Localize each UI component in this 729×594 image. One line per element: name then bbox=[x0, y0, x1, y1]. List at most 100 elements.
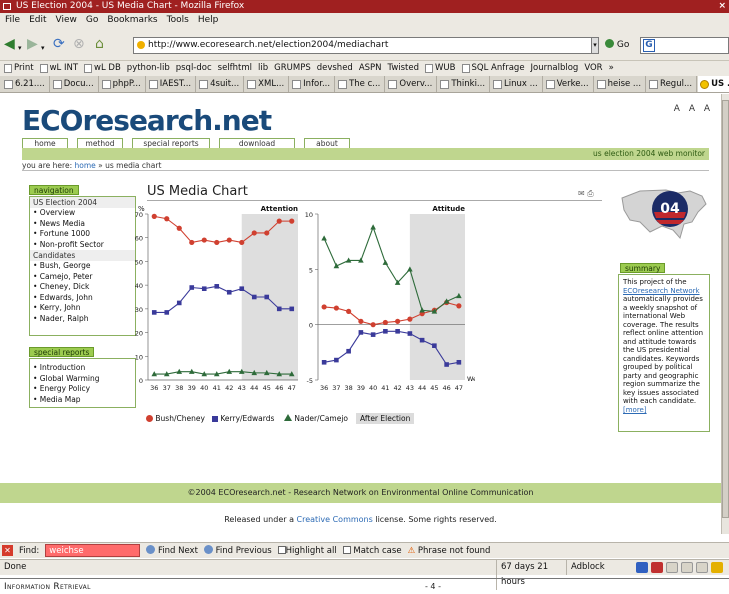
menu-tools[interactable]: Tools bbox=[167, 13, 189, 27]
bookmark-selfhtml[interactable]: selfhtml bbox=[218, 61, 252, 76]
report-media-map[interactable]: • Media Map bbox=[30, 395, 135, 406]
bookmark-python-lib[interactable]: python-lib bbox=[127, 61, 170, 76]
report-global-warming[interactable]: • Global Warming bbox=[30, 374, 135, 385]
bookmark-lib[interactable]: lib bbox=[258, 61, 268, 76]
browser-tab[interactable]: 6.21.... bbox=[2, 76, 50, 92]
nav-item-nader[interactable]: • Nader, Ralph bbox=[30, 314, 135, 325]
nav-item-cheney[interactable]: • Cheney, Dick bbox=[30, 282, 135, 293]
legend-label: Kerry/Edwards bbox=[220, 414, 275, 423]
bookmark-journalblog[interactable]: Journalblog bbox=[531, 61, 579, 76]
stop-icon[interactable]: ⊗ bbox=[73, 37, 85, 51]
menu-edit[interactable]: Edit bbox=[29, 13, 46, 27]
browser-tab[interactable]: Linux ... bbox=[491, 76, 543, 92]
find-previous-button[interactable]: Find Previous bbox=[203, 545, 272, 556]
go-button[interactable]: Go bbox=[605, 39, 629, 50]
menu-bookmarks[interactable]: Bookmarks bbox=[107, 13, 157, 27]
forward-arrow-icon[interactable]: ▶ bbox=[27, 37, 38, 51]
bookmark-wl-db[interactable]: wL DB bbox=[84, 61, 121, 76]
browser-tab[interactable]: phpP... bbox=[100, 76, 146, 92]
extension-b-icon[interactable] bbox=[681, 562, 693, 573]
browser-tab[interactable]: XML... bbox=[245, 76, 290, 92]
match-case-checkbox[interactable]: Match case bbox=[342, 545, 402, 556]
breadcrumb-home-link[interactable]: home bbox=[75, 161, 96, 170]
adblock-status[interactable]: Adblock bbox=[566, 560, 634, 575]
url-dropdown-button[interactable]: ▾ bbox=[591, 37, 599, 54]
menu-view[interactable]: View bbox=[56, 13, 77, 27]
nav-group-election[interactable]: US Election 2004 bbox=[30, 197, 135, 208]
browser-tab[interactable]: IAEST... bbox=[147, 76, 197, 92]
email-page-icon[interactable]: ✉ bbox=[578, 189, 585, 198]
x-tick-label: 40 bbox=[200, 384, 208, 392]
nav-item-overview[interactable]: • Overview bbox=[30, 208, 135, 219]
nav-item-bush[interactable]: • Bush, George bbox=[30, 261, 135, 272]
menu-file[interactable]: File bbox=[5, 13, 20, 27]
scrollbar-thumb[interactable] bbox=[722, 100, 729, 518]
browser-tab[interactable]: 4suit... bbox=[197, 76, 245, 92]
extension-c-icon[interactable] bbox=[696, 562, 708, 573]
browser-tab[interactable]: The c... bbox=[336, 76, 386, 92]
ecoresearch-network-link[interactable]: ECOresearch Network bbox=[623, 287, 700, 295]
nav-item-kerry[interactable]: • Kerry, John bbox=[30, 303, 135, 314]
print-page-icon[interactable]: ⎙ bbox=[587, 189, 593, 198]
back-arrow-icon[interactable]: ◀ bbox=[4, 37, 15, 51]
url-field[interactable]: http://www.ecoresearch.net/election2004/… bbox=[133, 37, 598, 54]
extension-pin-icon[interactable] bbox=[651, 562, 663, 573]
site-tab-home[interactable]: home bbox=[22, 138, 68, 148]
search-field[interactable]: G bbox=[640, 37, 729, 54]
extension-d-icon[interactable] bbox=[711, 562, 723, 573]
browser-tab[interactable]: Infor... bbox=[290, 76, 336, 92]
bookmarks-overflow-chevron[interactable]: » bbox=[609, 61, 614, 76]
bookmark-grumps[interactable]: GRUMPS bbox=[274, 61, 311, 76]
find-next-button[interactable]: Find Next bbox=[146, 545, 198, 556]
browser-tab[interactable]: Overv... bbox=[386, 76, 438, 92]
data-point bbox=[151, 213, 157, 219]
browser-tab-active[interactable]: US ... bbox=[698, 76, 729, 92]
browser-tab[interactable]: heise ... bbox=[595, 76, 647, 92]
bookmark-twisted[interactable]: Twisted bbox=[388, 61, 420, 76]
menu-go[interactable]: Go bbox=[86, 13, 98, 27]
bookmark-vor[interactable]: VOR bbox=[584, 61, 602, 76]
menu-help[interactable]: Help bbox=[198, 13, 219, 27]
nav-item-news-media[interactable]: • News Media bbox=[30, 219, 135, 230]
find-input[interactable]: weichse bbox=[45, 544, 141, 557]
browser-tab[interactable]: Verke... bbox=[544, 76, 594, 92]
browser-tab[interactable]: Regul... bbox=[647, 76, 698, 92]
site-tab-about[interactable]: about bbox=[304, 138, 350, 148]
site-tab-method[interactable]: method bbox=[77, 138, 123, 148]
bookmark-wl-int[interactable]: wL INT bbox=[39, 61, 78, 76]
forward-dropdown-icon[interactable]: ▾ bbox=[41, 41, 45, 55]
extension-a-icon[interactable] bbox=[666, 562, 678, 573]
summary-more-link[interactable]: [more] bbox=[623, 406, 647, 414]
vertical-scrollbar[interactable] bbox=[721, 94, 729, 534]
browser-tab[interactable]: Docu... bbox=[51, 76, 99, 92]
close-window-button[interactable]: × bbox=[718, 0, 726, 13]
match-case-label: Match case bbox=[353, 545, 402, 556]
bookmarks-toolbar: Print wL INT wL DB python-lib psql-doc s… bbox=[0, 61, 729, 76]
nav-item-camejo[interactable]: • Camejo, Peter bbox=[30, 272, 135, 283]
bookmark-devshed[interactable]: devshed bbox=[317, 61, 353, 76]
data-point bbox=[382, 259, 389, 265]
font-size-controls[interactable]: A A A bbox=[674, 104, 713, 114]
creative-commons-link[interactable]: Creative Commons bbox=[297, 515, 373, 524]
site-tab-special-reports[interactable]: special reports bbox=[132, 138, 210, 148]
site-logo[interactable]: ECOresearch.net bbox=[22, 104, 272, 137]
nav-item-fortune-1000[interactable]: • Fortune 1000 bbox=[30, 229, 135, 240]
bookmark-psql-doc[interactable]: psql-doc bbox=[176, 61, 212, 76]
report-introduction[interactable]: • Introduction bbox=[30, 363, 135, 374]
home-icon[interactable]: ⌂ bbox=[95, 37, 104, 51]
site-tab-download[interactable]: download bbox=[219, 138, 295, 148]
extension-tool-icon[interactable] bbox=[636, 562, 648, 573]
reload-icon[interactable]: ⟳ bbox=[53, 37, 65, 51]
nav-item-non-profit[interactable]: • Non-profit Sector bbox=[30, 240, 135, 251]
report-energy-policy[interactable]: • Energy Policy bbox=[30, 384, 135, 395]
back-dropdown-icon[interactable]: ▾ bbox=[18, 41, 22, 55]
tab-favicon-icon bbox=[101, 79, 111, 89]
bookmark-aspn[interactable]: ASPN bbox=[359, 61, 382, 76]
bookmark-print[interactable]: Print bbox=[4, 61, 34, 76]
bookmark-wub[interactable]: WUB bbox=[425, 61, 456, 76]
bookmark-sql-anfrage[interactable]: SQL Anfrage bbox=[461, 61, 525, 76]
highlight-all-toggle[interactable]: Highlight all bbox=[277, 545, 337, 556]
browser-tab[interactable]: Thinki... bbox=[438, 76, 491, 92]
nav-item-edwards[interactable]: • Edwards, John bbox=[30, 293, 135, 304]
close-find-bar-icon[interactable]: ✕ bbox=[2, 545, 13, 556]
